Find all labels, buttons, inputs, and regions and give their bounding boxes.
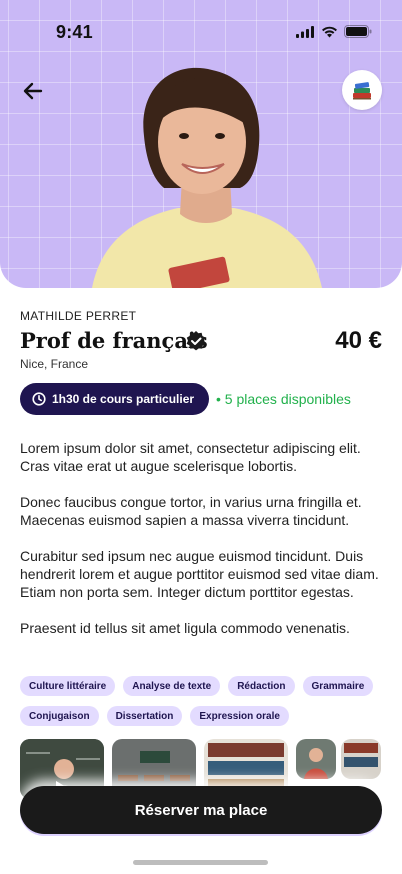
description-paragraph: Curabitur sed ipsum nec augue euismod ti… <box>20 548 379 600</box>
book-place-button[interactable]: Réserver ma place <box>20 786 382 834</box>
bookshelf-image <box>341 739 381 779</box>
topic-tag[interactable]: Grammaire <box>302 676 374 696</box>
session-info: 1h30 de cours particulier • 5 places dis… <box>20 383 382 415</box>
topic-tags: Culture littéraire Analyse de texte Réda… <box>20 676 382 726</box>
location: Nice, France <box>20 357 89 371</box>
battery-icon <box>344 25 372 38</box>
duration-label: 1h30 de cours particulier <box>52 392 195 406</box>
gallery-student-photo[interactable] <box>296 739 336 779</box>
hero-banner: 9:41 <box>0 0 402 288</box>
student-image <box>296 739 336 779</box>
home-indicator <box>133 860 268 865</box>
back-button[interactable] <box>16 74 50 108</box>
teacher-name: MATHILDE PERRET <box>20 309 137 323</box>
books-icon <box>353 82 371 100</box>
arrow-left-icon <box>23 82 43 100</box>
topic-tag[interactable]: Rédaction <box>228 676 295 696</box>
course-description: Lorem ipsum dolor sit amet, consectetur … <box>20 439 382 655</box>
topic-tag[interactable]: Culture littéraire <box>20 676 116 696</box>
status-time: 9:41 <box>56 22 93 42</box>
teacher-photo <box>92 67 322 288</box>
description-paragraph: Lorem ipsum dolor sit amet, consectetur … <box>20 440 361 474</box>
topic-tag[interactable]: Expression orale <box>190 706 289 726</box>
title-row: Prof de français 40 € <box>20 327 382 357</box>
description-paragraph: Donec faucibus congue tortor, in varius … <box>20 494 362 528</box>
description-paragraph: Praesent id tellus sit amet ligula commo… <box>20 620 350 636</box>
wifi-icon <box>322 26 337 37</box>
topic-tag[interactable]: Dissertation <box>106 706 183 726</box>
availability-text: • 5 places disponibles <box>216 391 351 407</box>
status-bar: 9:41 <box>0 0 402 54</box>
course-title: Prof de français <box>20 328 208 353</box>
subject-badge-button[interactable] <box>342 70 382 110</box>
price: 40 € <box>335 327 382 354</box>
clock-icon <box>32 392 46 406</box>
verified-check-icon <box>186 331 206 351</box>
gallery-bookshelf-photo[interactable] <box>341 739 381 779</box>
topic-tag[interactable]: Conjugaison <box>20 706 99 726</box>
status-icons <box>296 25 372 38</box>
duration-pill: 1h30 de cours particulier <box>20 383 209 415</box>
cellular-signal-icon <box>296 25 314 38</box>
topic-tag[interactable]: Analyse de texte <box>123 676 221 696</box>
